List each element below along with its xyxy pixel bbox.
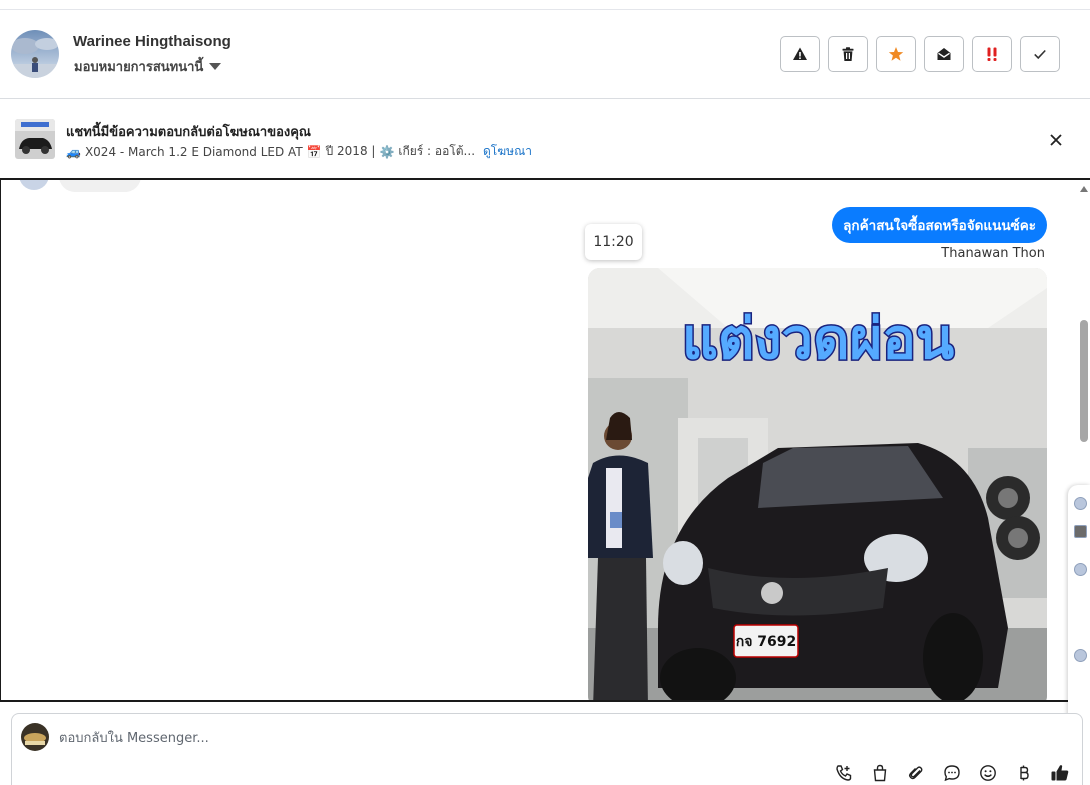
ad-thumbnail[interactable] [15,119,55,159]
ad-year-text: ปี 2018 | [325,144,376,158]
assign-label: มอบหมายการสนทนานี้ [74,60,204,75]
trash-icon [842,47,854,61]
envelope-open-icon [937,48,951,60]
star-button[interactable] [876,36,916,72]
attach-button[interactable] [904,762,928,784]
ad-reply-banner: แชทนี้มีข้อความตอบกลับต่อโฆษณาของคุณ 🚙 X… [0,100,1090,178]
double-exclamation-icon [987,47,997,61]
shop-button[interactable] [868,762,892,784]
phone-plus-icon [836,765,852,781]
warning-icon [793,47,807,60]
call-button[interactable] [832,762,856,784]
previous-sender-avatar [19,180,49,190]
close-icon [1050,134,1062,146]
check-icon [1034,49,1046,60]
car-icon: 🚙 [66,144,81,159]
conversation-header: Warinee Hingthaisong มอบหมายการสนทนานี้ [0,10,1090,99]
report-button[interactable] [780,36,820,72]
thumbs-up-icon [1051,765,1069,781]
done-button[interactable] [1020,36,1060,72]
side-thumbnail-icon [1074,525,1087,538]
assign-conversation-dropdown[interactable]: มอบหมายการสนทนานี้ [74,56,222,77]
emoji-button[interactable] [976,762,1000,784]
shopping-bag-icon [873,764,887,782]
side-avatar-icon [1074,649,1087,662]
delete-button[interactable] [828,36,868,72]
header-actions [780,36,1060,72]
previous-message-bubble [59,180,141,192]
message-input[interactable] [59,728,759,748]
composer-toolbar [832,762,1072,784]
mark-unread-button[interactable] [924,36,964,72]
ad-detail-text: X024 - March 1.2 E Diamond LED AT [84,144,303,159]
baht-icon [1020,765,1029,781]
calendar-icon: 📅 [306,144,322,159]
saved-replies-button[interactable] [940,762,964,784]
view-ad-link[interactable]: ดูโฆษณา [483,142,532,161]
ad-banner-title: แชทนี้มีข้อความตอบกลับต่อโฆษณาของคุณ [66,125,311,140]
caret-down-icon [209,63,222,70]
scrollbar-thumb[interactable] [1080,320,1088,442]
payment-button[interactable] [1012,762,1036,784]
reply-composer [11,713,1083,785]
scroll-up-arrow-icon[interactable] [1080,186,1088,192]
smiley-icon [980,765,996,781]
outgoing-message-bubble[interactable]: ลุกค้าสนใจซื้อสดหรือจัดแนนซ์คะ [832,207,1047,243]
license-plate-text: กจ 7692 [736,634,797,650]
message-thread[interactable]: ลุกค้าสนใจซื้อสดหรือจัดแนนซ์คะ Thanawan … [0,178,1090,702]
close-banner-button[interactable] [1046,130,1066,150]
paperclip-icon [908,766,923,780]
message-sender-name: Thanawan Thon [941,246,1045,261]
star-icon [888,47,904,61]
message-timestamp: 11:20 [585,224,642,260]
top-strip [0,0,1090,10]
important-button[interactable] [972,36,1012,72]
like-button[interactable] [1048,762,1072,784]
contact-avatar[interactable] [11,30,59,78]
ad-gear-text: เกียร์ : ออโต้... [398,144,476,158]
side-avatar-icon [1074,563,1087,576]
gear-icon: ⚙️ [379,144,395,159]
message-photo[interactable]: แต่งวดผ่อน กจ 7692 [588,268,1047,700]
contact-name[interactable]: Warinee Hingthaisong [73,33,231,50]
page-avatar [21,723,49,751]
chat-bubble-icon [944,765,960,782]
side-avatar-icon [1074,497,1087,510]
photo-caption-text: แต่งวดผ่อน [682,307,954,372]
ad-banner-details: 🚙 X024 - March 1.2 E Diamond LED AT 📅 ปี… [66,142,532,161]
